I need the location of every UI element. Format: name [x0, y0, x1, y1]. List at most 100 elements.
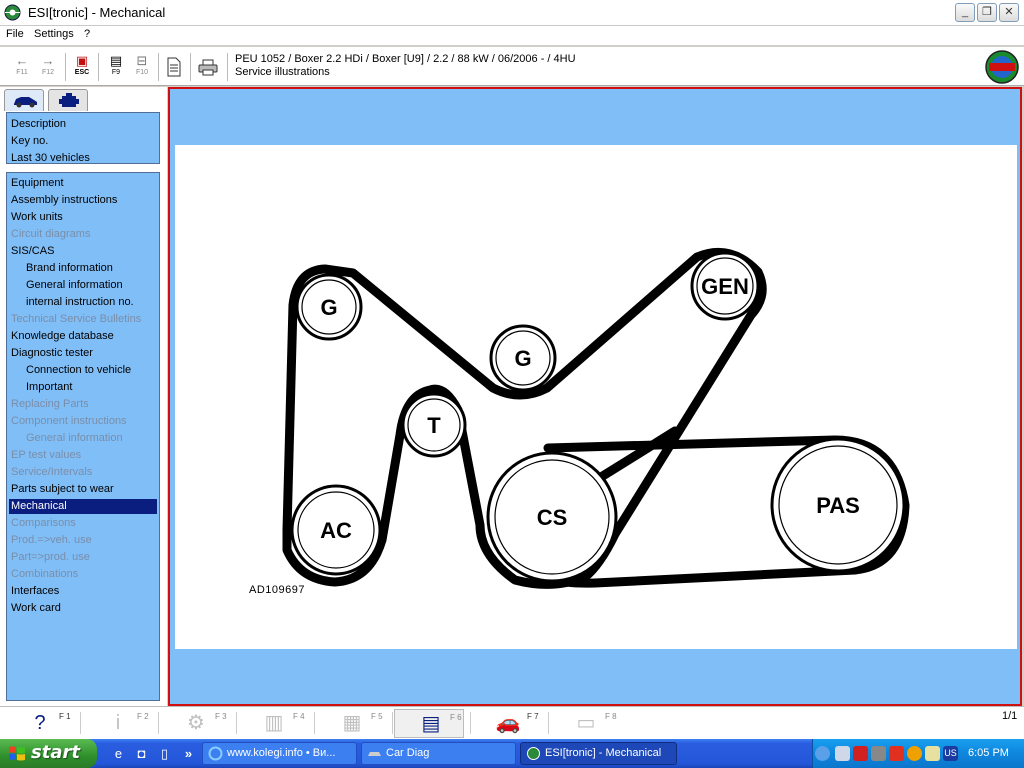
- sidebar-item[interactable]: Equipment: [11, 176, 64, 191]
- app-icon: [527, 747, 540, 760]
- function-separator: [158, 712, 159, 734]
- language-indicator[interactable]: US: [943, 746, 958, 761]
- minimize-button[interactable]: _: [955, 3, 975, 22]
- arrow-right-icon: →: [41, 53, 55, 68]
- sidebar-item[interactable]: Work units: [11, 210, 63, 225]
- sidebar-item: Technical Service Bulletins: [11, 313, 142, 325]
- toolbar-separator: [158, 53, 159, 81]
- monitor-icon: ▭: [576, 712, 596, 734]
- components-function-button: ⚙ F 3: [160, 709, 230, 738]
- printer-icon[interactable]: [198, 59, 218, 76]
- sidebar-item: Combinations: [11, 568, 79, 580]
- toolbar: ← F11 → F12 ▣ ESC ▤ F9 ⊟ F10 PEU 1052 / …: [0, 46, 1024, 86]
- tab-vehicle[interactable]: [4, 89, 44, 111]
- sidebar-item[interactable]: Interfaces: [11, 584, 59, 599]
- sidebar-item[interactable]: Parts subject to wear: [11, 482, 114, 497]
- function-separator: [314, 712, 315, 734]
- pulley-label: G: [514, 346, 531, 371]
- function-separator: [392, 712, 393, 734]
- car-icon: [368, 752, 381, 756]
- sidebar-item[interactable]: internal instruction no.: [26, 295, 134, 310]
- menu-file[interactable]: File: [6, 28, 24, 40]
- windows-flag-icon: [9, 746, 25, 761]
- quick-launch-more[interactable]: »: [180, 745, 197, 762]
- f9-button[interactable]: ▤ F9: [104, 53, 128, 81]
- sidebar-item: Prod.=>veh. use: [11, 534, 92, 546]
- sidebar-item[interactable]: Diagnostic tester: [11, 346, 93, 361]
- sidebar-item[interactable]: SIS/CAS: [11, 244, 54, 259]
- sidebar-item[interactable]: Knowledge database: [11, 329, 114, 344]
- section-title: Service illustrations: [235, 66, 330, 78]
- sidebar-item: Component instructions: [11, 415, 127, 427]
- vehicle-selection-list: Description Key no. Last 30 vehicles: [6, 112, 160, 164]
- f10-button[interactable]: ⊟ F10: [130, 53, 154, 81]
- sidebar-item[interactable]: Mechanical: [9, 499, 157, 514]
- engine-icon: [59, 93, 79, 107]
- menu-bar: File Settings ?: [0, 26, 1024, 45]
- security-icon[interactable]: [871, 746, 886, 761]
- media-icon[interactable]: ◘: [133, 745, 150, 762]
- function-bar: 1/1 ? F 1 iF 2 ⚙ F 3 ▥ F 4 ▦ F 5 ▤ F 6 🚗 F 7 ▭ F 8: [0, 706, 1024, 739]
- network-icon[interactable]: [835, 746, 850, 761]
- clock: 6:05 PM: [968, 747, 1009, 759]
- car-icon: 🚗: [495, 712, 521, 734]
- ie-icon[interactable]: e: [110, 745, 127, 762]
- orange-app-icon[interactable]: [907, 746, 922, 761]
- taskbar-item-esitronic[interactable]: ESI[tronic] - Mechanical: [520, 742, 677, 765]
- sidebar-item[interactable]: Work card: [11, 601, 61, 616]
- sidebar-item[interactable]: Assembly instructions: [11, 193, 117, 208]
- shield-icon[interactable]: [853, 746, 868, 761]
- start-button[interactable]: start: [0, 739, 97, 768]
- vehicle-description: PEU 1052 / Boxer 2.2 HDi / Boxer [U9] / …: [235, 53, 576, 65]
- connection-icon[interactable]: [925, 746, 940, 761]
- info-icon: i: [115, 712, 121, 734]
- service-illustration: G G GEN T AC CS PAS AD109697: [175, 145, 1017, 649]
- pulley-label: GEN: [701, 274, 749, 299]
- document-list-icon: ▤: [109, 53, 123, 68]
- sidebar-item[interactable]: Important: [26, 380, 72, 395]
- sidebar-item: Comparisons: [11, 517, 76, 529]
- rack-icon: ▥: [264, 712, 284, 734]
- toolbar-separator: [190, 53, 191, 81]
- vehicle-info: PEU 1052 / Boxer 2.2 HDi / Boxer [U9] / …: [235, 53, 576, 79]
- vehicle-function-button[interactable]: 🚗 F 7: [472, 709, 542, 738]
- car-icon: [14, 97, 37, 108]
- info-function-button: iF 2: [82, 709, 152, 738]
- sidebar-item: General information: [26, 432, 123, 444]
- sidebar-item: Circuit diagrams: [11, 228, 91, 240]
- sidebar-item[interactable]: Connection to vehicle: [26, 363, 131, 378]
- help-function-button[interactable]: ? F 1: [4, 709, 74, 738]
- toolbar-separator: [227, 53, 228, 81]
- illustration-viewer: G G GEN T AC CS PAS AD109697: [168, 87, 1022, 706]
- bosch-logo: [985, 50, 1019, 84]
- forward-button[interactable]: → F12: [36, 53, 60, 81]
- sidebar-top-item[interactable]: Key no.: [11, 134, 48, 149]
- taskbar-item-browser[interactable]: www.kolegi.info • Ви...: [202, 742, 357, 765]
- menu-help[interactable]: ?: [84, 28, 90, 40]
- taskbar-item-car-diag[interactable]: Car Diag: [361, 742, 516, 765]
- sidebar-top-item[interactable]: Description: [11, 117, 66, 132]
- function-separator: [236, 712, 237, 734]
- sidebar-item[interactable]: Brand information: [26, 261, 113, 276]
- start-label: start: [31, 742, 80, 763]
- function-separator: [548, 712, 549, 734]
- document-icon[interactable]: ▯: [156, 745, 173, 762]
- escape-button[interactable]: ▣ ESC: [70, 53, 94, 81]
- function-separator: [80, 712, 81, 734]
- chevron-left-icon[interactable]: [815, 746, 830, 761]
- tab-engine[interactable]: [48, 89, 88, 111]
- red-app-icon[interactable]: [889, 746, 904, 761]
- back-button[interactable]: ← F11: [10, 53, 34, 81]
- document-icon[interactable]: [166, 57, 182, 77]
- f6-function-button[interactable]: ▤ F 6: [394, 709, 464, 738]
- pulley-label: AC: [320, 518, 352, 543]
- restore-button[interactable]: ❐: [977, 3, 997, 22]
- pulley-label: G: [320, 295, 337, 320]
- belt-drive-diagram: G G GEN T AC CS PAS: [282, 247, 910, 589]
- pulley-label: PAS: [816, 493, 860, 518]
- sidebar-item[interactable]: General information: [26, 278, 123, 293]
- menu-settings[interactable]: Settings: [34, 28, 74, 40]
- sidebar-top-item[interactable]: Last 30 vehicles: [11, 151, 90, 166]
- close-button[interactable]: ✕: [999, 3, 1019, 22]
- illustration-code: AD109697: [249, 584, 305, 596]
